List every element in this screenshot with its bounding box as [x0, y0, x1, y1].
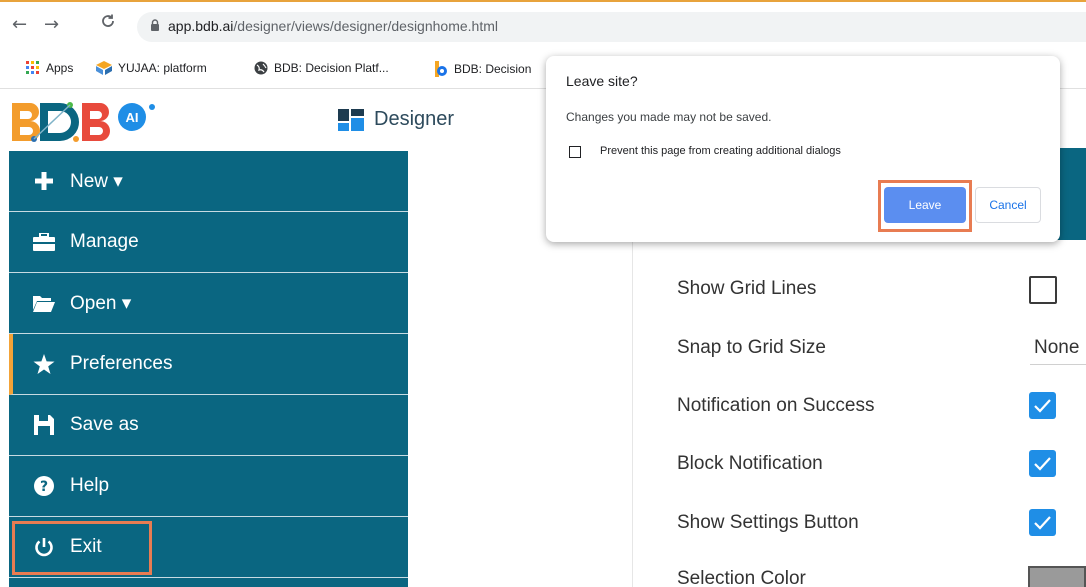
- pref-label-show-settings: Show Settings Button: [677, 512, 859, 533]
- briefcase-icon: [30, 233, 58, 251]
- bookmark-apps[interactable]: Apps: [26, 61, 73, 75]
- prevent-dialogs-label[interactable]: Prevent this page from creating addition…: [600, 145, 841, 157]
- sidebar-item-label: Help: [70, 475, 110, 496]
- notification-success-checkbox[interactable]: [1029, 392, 1056, 419]
- lock-icon: [151, 19, 159, 31]
- url-host: app.bdb.ai: [168, 18, 234, 34]
- reload-icon[interactable]: [100, 13, 116, 34]
- plus-icon: [30, 171, 58, 191]
- bookmark-label: BDB: Decision: [454, 62, 532, 76]
- sidebar-item-new[interactable]: New ▾: [9, 151, 408, 212]
- bookmark-bdb-decision[interactable]: BDB: Decision: [434, 61, 531, 77]
- svg-text:?: ?: [40, 479, 48, 495]
- pref-label-block-notification: Block Notification: [677, 453, 823, 474]
- show-settings-checkbox[interactable]: [1029, 509, 1056, 536]
- sidebar-item-label: New ▾: [70, 170, 123, 192]
- url-path: /designer/views/designer/designhome.html: [233, 18, 498, 34]
- prevent-dialogs-checkbox[interactable]: [569, 146, 581, 158]
- sidebar-item-label: Save as: [70, 414, 139, 435]
- app-title: Designer: [338, 108, 454, 131]
- checkmark-icon: [1034, 399, 1051, 413]
- sidebar-item-help[interactable]: ? Help: [9, 456, 408, 517]
- sidebar-item-open[interactable]: Open ▾: [9, 273, 408, 334]
- yujaa-logo-icon: [96, 61, 112, 75]
- checkmark-icon: [1034, 516, 1051, 530]
- leave-site-dialog: Leave site? Changes you made may not be …: [546, 56, 1060, 242]
- sidebar-item-save-as[interactable]: Save as: [9, 395, 408, 456]
- sidebar-item-label: Open ▾: [70, 292, 132, 314]
- bookmark-label: BDB: Decision Platf...: [274, 61, 389, 75]
- show-grid-lines-checkbox[interactable]: [1029, 276, 1057, 304]
- leave-button[interactable]: Leave: [884, 187, 966, 223]
- globe-icon: [254, 61, 268, 75]
- back-icon[interactable]: ←: [12, 14, 27, 35]
- bookmark-yujaa[interactable]: YUJAA: platform: [96, 61, 207, 75]
- app-title-text: Designer: [374, 108, 455, 130]
- sidebar-item-preferences[interactable]: Preferences: [9, 334, 408, 395]
- folder-open-icon: [30, 294, 58, 312]
- forward-icon[interactable]: →: [44, 14, 59, 35]
- browser-toolbar: ← → app.bdb.ai/designer/views/designer/d…: [0, 0, 1086, 49]
- block-notification-checkbox[interactable]: [1029, 450, 1056, 477]
- bookmark-label: Apps: [46, 61, 74, 75]
- selection-color-swatch[interactable]: [1028, 566, 1086, 587]
- pref-label-notification-success: Notification on Success: [677, 395, 875, 416]
- dialog-message: Changes you made may not be saved.: [566, 110, 772, 124]
- bdb-ai-logo[interactable]: AI: [10, 95, 175, 147]
- save-icon: [30, 415, 58, 435]
- pref-label-selection-color: Selection Color: [677, 568, 806, 587]
- logo-ai-text: AI: [126, 110, 139, 125]
- designer-grid-icon: [338, 108, 364, 131]
- apps-grid-icon: [26, 61, 39, 74]
- url-text[interactable]: app.bdb.ai/designer/views/designer/desig…: [168, 18, 498, 34]
- dialog-title: Leave site?: [566, 73, 638, 89]
- bookmark-label: YUJAA: platform: [118, 61, 207, 75]
- bookmark-bdb-platform[interactable]: BDB: Decision Platf...: [254, 61, 389, 75]
- pref-label-show-grid-lines: Show Grid Lines: [677, 278, 817, 299]
- checkmark-icon: [1034, 457, 1051, 471]
- screen: ← → app.bdb.ai/designer/views/designer/d…: [0, 0, 1086, 587]
- cancel-button[interactable]: Cancel: [975, 187, 1041, 223]
- bdb-logo-icon: [435, 61, 447, 77]
- sidebar-item-label: Manage: [70, 231, 139, 252]
- pref-label-snap-to-grid: Snap to Grid Size: [677, 337, 826, 358]
- sidebar-item-label: Preferences: [70, 353, 173, 374]
- snap-select-underline: [1030, 364, 1086, 365]
- snap-to-grid-select[interactable]: None: [1034, 337, 1079, 359]
- sidebar-item-manage[interactable]: Manage: [9, 212, 408, 273]
- exit-highlight-outline: [12, 521, 152, 575]
- star-icon: [30, 353, 58, 375]
- question-circle-icon: ?: [30, 476, 58, 496]
